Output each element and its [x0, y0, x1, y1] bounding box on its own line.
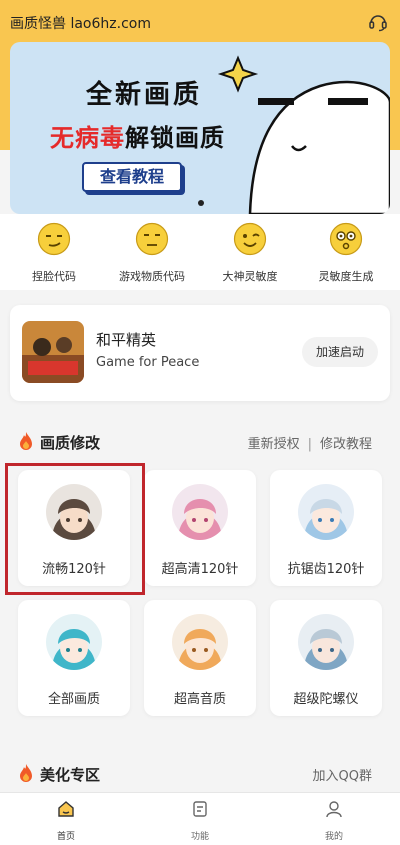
- game-name: 和平精英: [96, 331, 157, 349]
- quality-tile-all-quality[interactable]: 全部画质: [18, 600, 130, 716]
- quality-section-header: 画质修改 重新授权 | 修改教程: [0, 426, 400, 456]
- tile-label: 超级陀螺仪: [293, 692, 359, 707]
- modify-tutorial-link[interactable]: 修改教程: [320, 437, 372, 452]
- nav-tab-home[interactable]: 首页: [36, 799, 96, 842]
- anime-avatar-icon: [172, 484, 228, 540]
- function-icon: [193, 801, 207, 817]
- nav-tab-functions[interactable]: 功能: [170, 799, 230, 842]
- wink-face-icon: [233, 222, 267, 256]
- selection-highlight-box: [5, 463, 145, 595]
- reauthorize-link[interactable]: 重新授权: [248, 437, 300, 452]
- quick-item-label: 游戏物质代码: [119, 270, 185, 283]
- tile-label: 超高清120针: [161, 562, 239, 577]
- beauty-section-header: 美化专区 加入QQ群: [0, 758, 400, 788]
- nav-label: 功能: [190, 832, 209, 842]
- section-title: 画质修改: [40, 434, 101, 452]
- section-links: 重新授权 | 修改教程: [248, 433, 372, 452]
- cartoon-face-illustration: [217, 55, 390, 214]
- anime-avatar-icon: [298, 614, 354, 670]
- quality-tile-anti-aliasing[interactable]: 抗锯齿120针: [270, 470, 382, 586]
- quality-tile-ultra-audio[interactable]: 超高音质: [144, 600, 256, 716]
- quality-tile-super-gyroscope[interactable]: 超级陀螺仪: [270, 600, 382, 716]
- game-card[interactable]: 和平精英 Game for Peace 加速启动: [10, 305, 390, 401]
- quick-item-face-code[interactable]: 捏脸代码: [4, 222, 104, 284]
- profile-icon: [326, 801, 342, 818]
- banner-subheadline: 无病毒解锁画质: [50, 118, 225, 153]
- link-separator: |: [307, 437, 312, 452]
- quality-tile-ultra-hd[interactable]: 超高清120针: [144, 470, 256, 586]
- banner-headline: 全新画质: [86, 80, 203, 110]
- nav-label: 首页: [56, 832, 75, 842]
- nav-label: 我的: [324, 832, 343, 842]
- anime-avatar-icon: [172, 614, 228, 670]
- tile-label: 抗锯齿120针: [287, 562, 365, 577]
- fire-icon: [20, 764, 32, 782]
- quick-actions: 捏脸代码 游戏物质代码 大神灵敏度 灵敏度生成: [0, 214, 400, 290]
- accelerate-launch-button[interactable]: 加速启动: [302, 337, 378, 367]
- view-tutorial-button[interactable]: 查看教程: [82, 162, 182, 192]
- bottom-navigation: 首页 功能 我的: [0, 792, 400, 845]
- neutral-face-icon: [135, 222, 169, 256]
- quick-item-label: 灵敏度生成: [318, 270, 374, 283]
- quick-item-material-code[interactable]: 游戏物质代码: [102, 222, 202, 284]
- fire-icon: [20, 432, 32, 450]
- smirk-face-icon: [37, 222, 71, 256]
- headset-icon[interactable]: [368, 12, 388, 32]
- game-english-name: Game for Peace: [96, 355, 200, 370]
- banner-red-text: 无病毒: [50, 124, 125, 152]
- home-icon: [58, 801, 74, 817]
- promo-banner[interactable]: 全新画质 无病毒解锁画质 查看教程: [10, 42, 390, 214]
- anime-avatar-icon: [298, 484, 354, 540]
- quick-item-sensitivity-generator[interactable]: 灵敏度生成: [296, 222, 396, 284]
- join-qq-group-link[interactable]: 加入QQ群: [313, 765, 372, 784]
- tile-label: 超高音质: [173, 692, 226, 707]
- game-app-icon: [22, 321, 84, 383]
- quick-item-label: 捏脸代码: [32, 270, 76, 283]
- tile-label: 全部画质: [47, 692, 100, 707]
- section-title: 美化专区: [40, 766, 101, 784]
- quick-item-label: 大神灵敏度: [222, 270, 278, 283]
- quick-item-pro-sensitivity[interactable]: 大神灵敏度: [200, 222, 300, 284]
- anime-avatar-icon: [46, 614, 102, 670]
- app-title: 画质怪兽 lao6hz.com: [10, 16, 151, 32]
- carousel-indicator: [198, 200, 204, 206]
- dizzy-face-icon: [329, 222, 363, 256]
- top-bar: 画质怪兽 lao6hz.com: [0, 0, 400, 44]
- nav-tab-profile[interactable]: 我的: [304, 799, 364, 842]
